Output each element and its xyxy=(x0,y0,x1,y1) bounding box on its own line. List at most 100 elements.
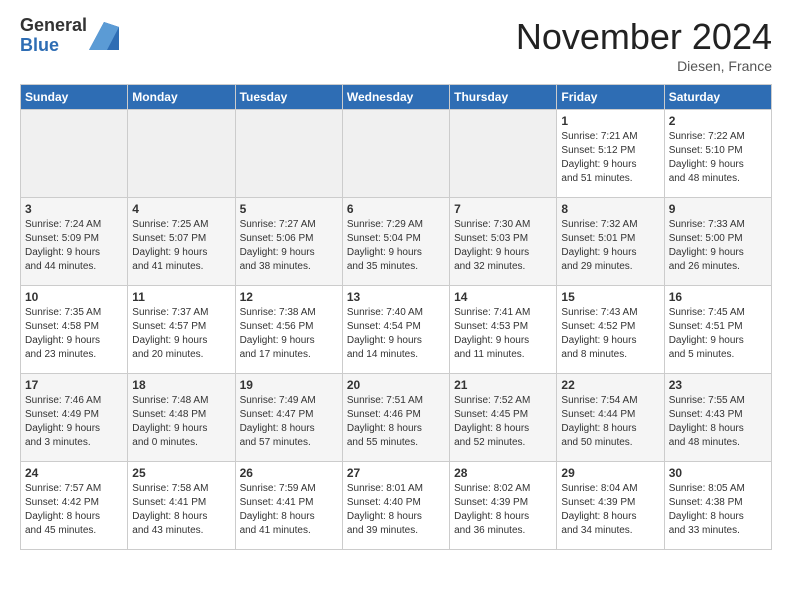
day-number: 11 xyxy=(132,290,230,304)
day-info: Sunrise: 7:48 AM Sunset: 4:48 PM Dayligh… xyxy=(132,394,230,450)
day-number: 4 xyxy=(132,202,230,216)
day-info: Sunrise: 7:30 AM Sunset: 5:03 PM Dayligh… xyxy=(454,218,552,274)
day-number: 10 xyxy=(25,290,123,304)
calendar-cell xyxy=(235,110,342,198)
logo-icon xyxy=(89,22,119,50)
day-number: 13 xyxy=(347,290,445,304)
day-number: 25 xyxy=(132,466,230,480)
calendar-cell: 23Sunrise: 7:55 AM Sunset: 4:43 PM Dayli… xyxy=(664,374,771,462)
day-info: Sunrise: 7:58 AM Sunset: 4:41 PM Dayligh… xyxy=(132,482,230,538)
day-number: 29 xyxy=(561,466,659,480)
day-info: Sunrise: 7:52 AM Sunset: 4:45 PM Dayligh… xyxy=(454,394,552,450)
day-number: 16 xyxy=(669,290,767,304)
calendar-week-4: 17 Sunrise: 7:46 AM Sunset: 4:49 PM Dayli… xyxy=(21,374,772,462)
page-header: General Blue November 2024 Diesen, Franc… xyxy=(20,16,772,74)
col-thursday: Thursday xyxy=(450,85,557,110)
day-info: Sunrise: 7:46 AM Sunset: 4:49 PM Dayligh… xyxy=(25,394,123,450)
logo-text: General Blue xyxy=(20,16,87,56)
calendar-week-2: 3 Sunrise: 7:24 AM Sunset: 5:09 PM Daylig… xyxy=(21,198,772,286)
calendar-cell xyxy=(342,110,449,198)
day-info: Sunrise: 7:22 AM Sunset: 5:10 PM Dayligh… xyxy=(669,130,767,186)
day-number: 9 xyxy=(669,202,767,216)
calendar-cell: 1 Sunrise: 7:21 AM Sunset: 5:12 PM Daylig… xyxy=(557,110,664,198)
location: Diesen, France xyxy=(516,58,772,74)
calendar-cell: 9Sunrise: 7:33 AM Sunset: 5:00 PM Daylig… xyxy=(664,198,771,286)
calendar-week-3: 10Sunrise: 7:35 AM Sunset: 4:58 PM Dayli… xyxy=(21,286,772,374)
calendar-cell xyxy=(21,110,128,198)
calendar-cell: 19 Sunrise: 7:49 AM Sunset: 4:47 PM Dayli… xyxy=(235,374,342,462)
day-number: 5 xyxy=(240,202,338,216)
page-container: General Blue November 2024 Diesen, Franc… xyxy=(0,0,792,560)
day-info: Sunrise: 7:37 AM Sunset: 4:57 PM Dayligh… xyxy=(132,306,230,362)
day-info: Sunrise: 7:41 AM Sunset: 4:53 PM Dayligh… xyxy=(454,306,552,362)
day-info: Sunrise: 7:43 AM Sunset: 4:52 PM Dayligh… xyxy=(561,306,659,362)
day-number: 6 xyxy=(347,202,445,216)
col-tuesday: Tuesday xyxy=(235,85,342,110)
day-info: Sunrise: 7:54 AM Sunset: 4:44 PM Dayligh… xyxy=(561,394,659,450)
day-number: 2 xyxy=(669,114,767,128)
day-number: 22 xyxy=(561,378,659,392)
calendar-cell: 16 Sunrise: 7:45 AM Sunset: 4:51 PM Dayli… xyxy=(664,286,771,374)
day-info: Sunrise: 7:51 AM Sunset: 4:46 PM Dayligh… xyxy=(347,394,445,450)
calendar-cell: 30Sunrise: 8:05 AM Sunset: 4:38 PM Dayli… xyxy=(664,462,771,550)
calendar-cell xyxy=(450,110,557,198)
calendar-week-5: 24 Sunrise: 7:57 AM Sunset: 4:42 PM Dayli… xyxy=(21,462,772,550)
col-monday: Monday xyxy=(128,85,235,110)
day-number: 7 xyxy=(454,202,552,216)
calendar-table: Sunday Monday Tuesday Wednesday Thursday… xyxy=(20,84,772,550)
day-number: 28 xyxy=(454,466,552,480)
col-friday: Friday xyxy=(557,85,664,110)
calendar-cell: 18 Sunrise: 7:48 AM Sunset: 4:48 PM Dayli… xyxy=(128,374,235,462)
day-number: 21 xyxy=(454,378,552,392)
title-area: November 2024 Diesen, France xyxy=(516,16,772,74)
logo-general: General xyxy=(20,16,87,36)
day-number: 12 xyxy=(240,290,338,304)
calendar-cell: 13 Sunrise: 7:40 AM Sunset: 4:54 PM Dayli… xyxy=(342,286,449,374)
calendar-cell: 7 Sunrise: 7:30 AM Sunset: 5:03 PM Daylig… xyxy=(450,198,557,286)
calendar-cell: 12 Sunrise: 7:38 AM Sunset: 4:56 PM Dayli… xyxy=(235,286,342,374)
day-number: 15 xyxy=(561,290,659,304)
day-number: 18 xyxy=(132,378,230,392)
logo: General Blue xyxy=(20,16,119,56)
day-info: Sunrise: 7:40 AM Sunset: 4:54 PM Dayligh… xyxy=(347,306,445,362)
calendar-cell: 17 Sunrise: 7:46 AM Sunset: 4:49 PM Dayli… xyxy=(21,374,128,462)
calendar-cell: 27Sunrise: 8:01 AM Sunset: 4:40 PM Dayli… xyxy=(342,462,449,550)
day-info: Sunrise: 7:57 AM Sunset: 4:42 PM Dayligh… xyxy=(25,482,123,538)
calendar-cell: 10Sunrise: 7:35 AM Sunset: 4:58 PM Dayli… xyxy=(21,286,128,374)
day-number: 20 xyxy=(347,378,445,392)
col-saturday: Saturday xyxy=(664,85,771,110)
day-info: Sunrise: 7:24 AM Sunset: 5:09 PM Dayligh… xyxy=(25,218,123,274)
day-info: Sunrise: 7:32 AM Sunset: 5:01 PM Dayligh… xyxy=(561,218,659,274)
day-info: Sunrise: 8:02 AM Sunset: 4:39 PM Dayligh… xyxy=(454,482,552,538)
day-number: 19 xyxy=(240,378,338,392)
calendar-cell: 14 Sunrise: 7:41 AM Sunset: 4:53 PM Dayli… xyxy=(450,286,557,374)
day-number: 14 xyxy=(454,290,552,304)
day-info: Sunrise: 8:01 AM Sunset: 4:40 PM Dayligh… xyxy=(347,482,445,538)
day-number: 3 xyxy=(25,202,123,216)
day-number: 24 xyxy=(25,466,123,480)
calendar-cell: 28 Sunrise: 8:02 AM Sunset: 4:39 PM Dayli… xyxy=(450,462,557,550)
calendar-cell: 21 Sunrise: 7:52 AM Sunset: 4:45 PM Dayli… xyxy=(450,374,557,462)
calendar-cell: 15 Sunrise: 7:43 AM Sunset: 4:52 PM Dayli… xyxy=(557,286,664,374)
calendar-cell: 6 Sunrise: 7:29 AM Sunset: 5:04 PM Daylig… xyxy=(342,198,449,286)
day-number: 26 xyxy=(240,466,338,480)
col-sunday: Sunday xyxy=(21,85,128,110)
day-info: Sunrise: 7:59 AM Sunset: 4:41 PM Dayligh… xyxy=(240,482,338,538)
calendar-header-row: Sunday Monday Tuesday Wednesday Thursday… xyxy=(21,85,772,110)
day-info: Sunrise: 7:38 AM Sunset: 4:56 PM Dayligh… xyxy=(240,306,338,362)
day-info: Sunrise: 7:49 AM Sunset: 4:47 PM Dayligh… xyxy=(240,394,338,450)
day-number: 8 xyxy=(561,202,659,216)
day-info: Sunrise: 7:21 AM Sunset: 5:12 PM Dayligh… xyxy=(561,130,659,186)
day-number: 17 xyxy=(25,378,123,392)
day-number: 23 xyxy=(669,378,767,392)
calendar-cell: 3 Sunrise: 7:24 AM Sunset: 5:09 PM Daylig… xyxy=(21,198,128,286)
calendar-cell: 22 Sunrise: 7:54 AM Sunset: 4:44 PM Dayli… xyxy=(557,374,664,462)
day-number: 1 xyxy=(561,114,659,128)
day-info: Sunrise: 8:05 AM Sunset: 4:38 PM Dayligh… xyxy=(669,482,767,538)
day-info: Sunrise: 7:29 AM Sunset: 5:04 PM Dayligh… xyxy=(347,218,445,274)
calendar-week-1: 1 Sunrise: 7:21 AM Sunset: 5:12 PM Daylig… xyxy=(21,110,772,198)
calendar-cell: 11 Sunrise: 7:37 AM Sunset: 4:57 PM Dayli… xyxy=(128,286,235,374)
calendar-cell: 26 Sunrise: 7:59 AM Sunset: 4:41 PM Dayli… xyxy=(235,462,342,550)
calendar-cell: 20 Sunrise: 7:51 AM Sunset: 4:46 PM Dayli… xyxy=(342,374,449,462)
day-info: Sunrise: 7:45 AM Sunset: 4:51 PM Dayligh… xyxy=(669,306,767,362)
